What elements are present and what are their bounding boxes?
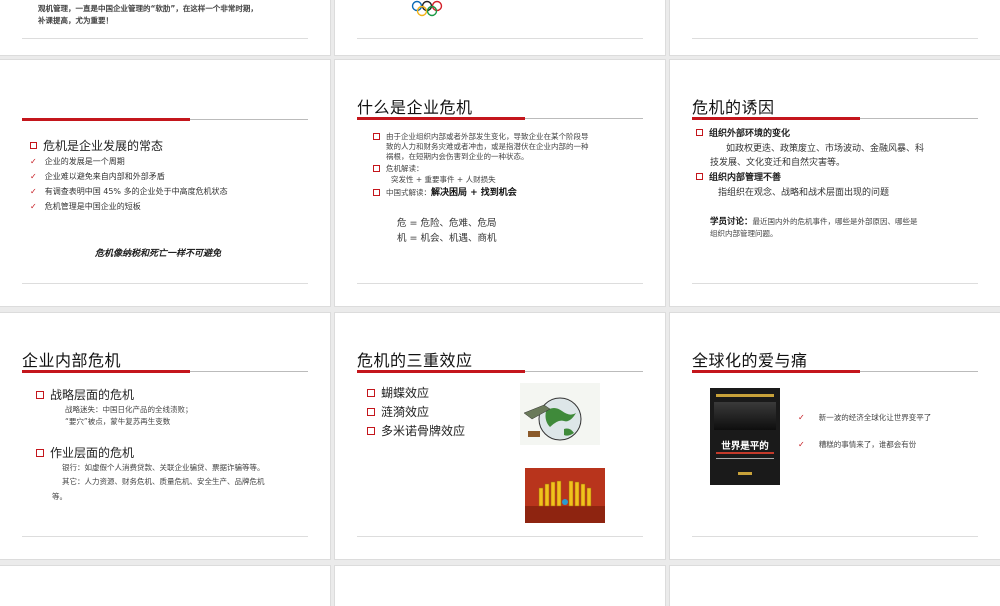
bullet-square-icon xyxy=(30,142,37,149)
slide-triple-effect[interactable]: 危机的三重效应 蝴蝶效应 涟漪效应 多米诺骨牌效应 xyxy=(335,313,665,559)
discussion-text: 学员讨论：最近国内外的危机事件，哪些是外部原因、哪些是 xyxy=(710,217,918,227)
title-bar xyxy=(692,117,978,120)
title-bar xyxy=(357,117,643,120)
slide-title: 危机的三重效应 xyxy=(357,351,473,370)
intro-text-line1: 观机管理，一直是中国企业管理的“软肋”，在这样一个非常时期， xyxy=(38,4,258,13)
title-bar xyxy=(357,370,643,373)
check-icon: ✓ xyxy=(798,413,805,422)
crisis-normal-heading: 危机是企业发展的常态 xyxy=(30,137,163,154)
strategic-crisis-heading: 战略层面的危机 xyxy=(36,386,134,403)
bullet-square-icon xyxy=(36,390,44,399)
footer-line xyxy=(692,38,978,39)
bullet-square-icon xyxy=(696,173,703,180)
bullet-square-icon xyxy=(367,426,375,435)
list-item: ✓ 有调查表明中国 45% 多的企业处于中高度危机状态 xyxy=(30,187,228,196)
bullet-square-icon xyxy=(367,388,375,397)
operational-crisis-text: 银行：如虚假个人消费贷款、关联企业骗贷、票据诈骗等等。 xyxy=(62,463,265,472)
domino-illustration xyxy=(525,468,605,523)
effect-item: 蝴蝶效应 xyxy=(367,384,429,401)
bullet-square-icon xyxy=(373,164,380,172)
globalization-item: ✓ 糟糕的事情来了，谁都会有份 xyxy=(798,440,917,449)
bullet-square-icon xyxy=(36,448,44,457)
definition-line: 祸根，在短期内会伤害到企业的一种状态。 xyxy=(386,152,529,161)
slide-title: 危机的诱因 xyxy=(692,98,775,117)
slide-next-partial[interactable] xyxy=(335,566,665,606)
footer-line xyxy=(692,283,978,284)
slide-title: 全球化的爱与痛 xyxy=(692,351,808,370)
internal-cause-heading: 组织内部管理不善 xyxy=(696,170,781,183)
internal-cause-text: 指组织在观念、战略和战术层面出现的问题 xyxy=(718,188,890,198)
check-icon: ✓ xyxy=(798,440,805,449)
bullet-square-icon xyxy=(367,407,375,416)
external-cause-text: 技发展、文化变迁和自然灾害等。 xyxy=(710,158,846,168)
slide-title: 企业内部危机 xyxy=(22,351,122,370)
bullet-square-icon xyxy=(373,132,380,140)
strategic-crisis-text: 战略迷失：中国日化产品的全线溃败； xyxy=(65,405,193,414)
globalization-item: ✓ 新一波的经济全球化让世界变平了 xyxy=(798,413,932,422)
slide-what-is-crisis[interactable]: 什么是企业危机 由于企业组织内部或者外部发生变化，导致企业在某个阶段导 致的人力… xyxy=(335,60,665,306)
effect-item: 多米诺骨牌效应 xyxy=(367,422,465,439)
wei-definition: 危 = 危险、危难、危局 xyxy=(397,218,497,229)
operational-crisis-text: 其它：人力资源、财务危机、质量危机、安全生产、品牌危机 xyxy=(62,477,265,486)
list-item: ✓ 危机管理是中国企业的短板 xyxy=(30,202,141,211)
strategic-crisis-text: “要穴”被点，蒙牛复苏再生变数 xyxy=(65,417,171,426)
olympic-rings-icon xyxy=(407,0,455,18)
book-cover-image: 世界是平的 xyxy=(710,388,780,485)
footer-line xyxy=(357,283,643,284)
slide-next-partial[interactable] xyxy=(0,566,330,606)
footer-line xyxy=(357,38,643,39)
intro-text-line2: 补课提高，尤为重要！ xyxy=(38,16,113,25)
definition-bullet: 由于企业组织内部或者外部发生变化，导致企业在某个阶段导 xyxy=(373,132,589,142)
interpretation-bullet: 危机解读： xyxy=(373,164,424,174)
footer-line xyxy=(22,536,308,537)
chinese-interpretation: 中国式解读：解决困局 + 找到机会 xyxy=(373,188,517,198)
title-bar xyxy=(692,370,978,373)
slide-globalization[interactable]: 全球化的爱与痛 世界是平的 ✓ 新一波的经济全球化让世界变平了 ✓ 糟糕的事情来了，… xyxy=(670,313,1000,559)
globe-illustration xyxy=(520,383,600,445)
title-bar xyxy=(22,118,308,121)
footer-line xyxy=(22,38,308,39)
footer-line xyxy=(692,536,978,537)
title-bar xyxy=(22,370,308,373)
effect-item: 涟漪效应 xyxy=(367,403,429,420)
ji-definition: 机 = 机会、机遇、商机 xyxy=(397,233,497,244)
definition-line: 致的人力和财务灾难或者冲击，或是指潜伏在企业内部的一种 xyxy=(386,142,589,151)
crisis-quote: 危机像纳税和死亡一样不可避免 xyxy=(95,249,222,259)
slide-crisis-normal[interactable]: 危机是企业发展的常态 ✓ 企业的发展是一个周期 ✓ 企业难以避免来自内部和外部矛盾 … xyxy=(0,60,330,306)
slide-next-partial[interactable] xyxy=(670,566,1000,606)
book-title: 世界是平的 xyxy=(721,441,769,452)
footer-line xyxy=(357,536,643,537)
list-item: ✓ 企业的发展是一个周期 xyxy=(30,157,125,166)
discussion-text: 组织内部管理问题。 xyxy=(710,229,778,238)
check-icon: ✓ xyxy=(30,187,37,196)
slide-internal-crisis[interactable]: 企业内部危机 战略层面的危机 战略迷失：中国日化产品的全线溃败； “要穴”被点，… xyxy=(0,313,330,559)
external-cause-text: 如政权更迭、政策废立、市场波动、金融风暴、科 xyxy=(726,144,925,154)
bullet-square-icon xyxy=(696,129,703,136)
slide-crisis-causes[interactable]: 危机的诱因 组织外部环境的变化 如政权更迭、政策废立、市场波动、金融风暴、科 技… xyxy=(670,60,1000,306)
check-icon: ✓ xyxy=(30,157,37,166)
slide-blank-partial[interactable] xyxy=(670,0,1000,55)
slide-olympic-partial[interactable] xyxy=(335,0,665,55)
operational-crisis-text: 等。 xyxy=(52,492,67,501)
check-icon: ✓ xyxy=(30,202,37,211)
interpretation-text: 突发性 + 重要事件 + 人财损失 xyxy=(391,175,496,184)
footer-line xyxy=(22,283,308,284)
external-cause-heading: 组织外部环境的变化 xyxy=(696,126,790,139)
slide-intro-partial[interactable]: 观机管理，一直是中国企业管理的“软肋”，在这样一个非常时期， 补课提高，尤为重要… xyxy=(0,0,330,55)
check-icon: ✓ xyxy=(30,172,37,181)
operational-crisis-heading: 作业层面的危机 xyxy=(36,444,134,461)
bullet-square-icon xyxy=(373,188,380,196)
list-item: ✓ 企业难以避免来自内部和外部矛盾 xyxy=(30,172,165,181)
slide-title: 什么是企业危机 xyxy=(357,98,473,117)
